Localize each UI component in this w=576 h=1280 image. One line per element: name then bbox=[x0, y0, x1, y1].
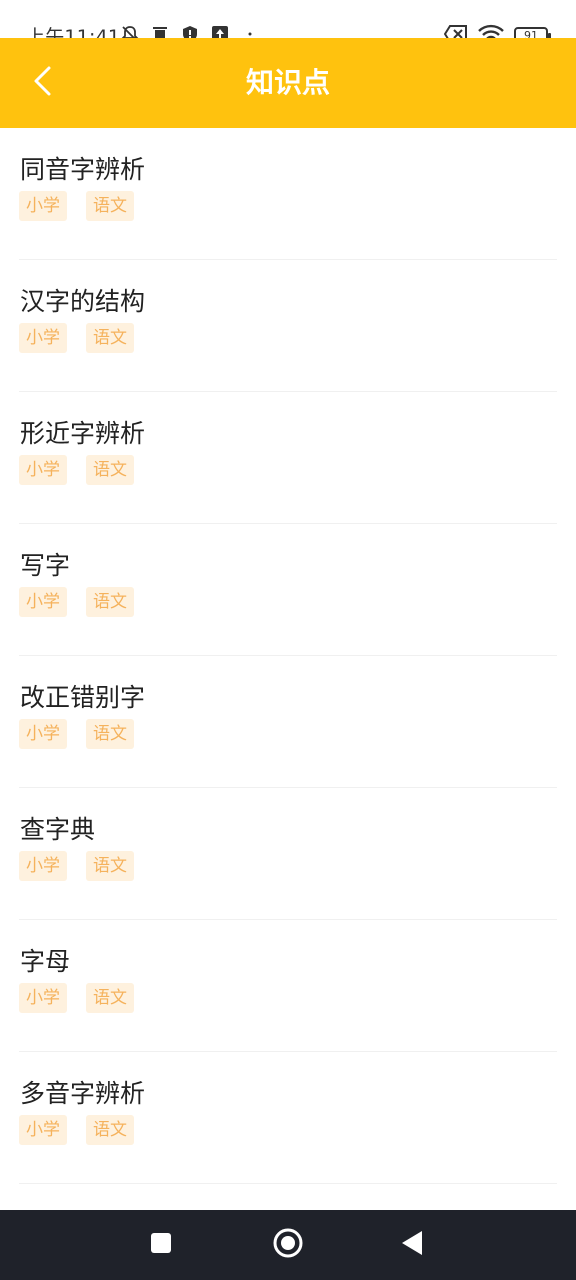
list-item[interactable]: 查字典 小学 语文 bbox=[19, 788, 557, 920]
subject-tag: 语文 bbox=[86, 983, 134, 1013]
tag-group: 小学 语文 bbox=[19, 719, 134, 749]
grade-tag: 小学 bbox=[19, 587, 67, 617]
chevron-left-icon bbox=[31, 65, 55, 101]
subject-tag: 语文 bbox=[86, 455, 134, 485]
page-title: 知识点 bbox=[245, 66, 330, 99]
tag-group: 小学 语文 bbox=[19, 983, 134, 1013]
grade-tag: 小学 bbox=[19, 1115, 67, 1145]
item-title: 字母 bbox=[20, 947, 71, 976]
tag-group: 小学 语文 bbox=[19, 455, 134, 485]
app-bar: 知识点 bbox=[0, 38, 576, 128]
list-item[interactable]: 形近字辨析 小学 语文 bbox=[19, 392, 557, 524]
system-navigation-bar bbox=[0, 1210, 576, 1280]
back-button[interactable] bbox=[18, 58, 68, 108]
tag-group: 小学 语文 bbox=[19, 323, 134, 353]
item-title: 形近字辨析 bbox=[20, 419, 146, 448]
tag-group: 小学 语文 bbox=[19, 851, 134, 881]
list-item[interactable]: 写字 小学 语文 bbox=[19, 524, 557, 656]
list-item[interactable]: 同音字辨析 小学 语文 bbox=[19, 128, 557, 260]
grade-tag: 小学 bbox=[19, 983, 67, 1013]
subject-tag: 语文 bbox=[86, 191, 134, 221]
grade-tag: 小学 bbox=[19, 455, 67, 485]
item-title: 查字典 bbox=[20, 815, 96, 844]
item-title: 同音字辨析 bbox=[20, 155, 146, 184]
subject-tag: 语文 bbox=[86, 719, 134, 749]
list-item[interactable]: 多音字辨析 小学 语文 bbox=[19, 1052, 557, 1184]
item-title: 汉字的结构 bbox=[20, 287, 146, 316]
nav-back-button[interactable] bbox=[394, 1227, 430, 1263]
square-recents-icon bbox=[150, 1232, 172, 1258]
grade-tag: 小学 bbox=[19, 191, 67, 221]
tag-group: 小学 语文 bbox=[19, 587, 134, 617]
tag-group: 小学 语文 bbox=[19, 191, 134, 221]
grade-tag: 小学 bbox=[19, 719, 67, 749]
subject-tag: 语文 bbox=[86, 1115, 134, 1145]
item-title: 改正错别字 bbox=[20, 683, 146, 712]
subject-tag: 语文 bbox=[86, 851, 134, 881]
tag-group: 小学 语文 bbox=[19, 1115, 134, 1145]
item-title: 写字 bbox=[20, 551, 71, 580]
grade-tag: 小学 bbox=[19, 323, 67, 353]
list-item[interactable]: 改正错别字 小学 语文 bbox=[19, 656, 557, 788]
grade-tag: 小学 bbox=[19, 851, 67, 881]
subject-tag: 语文 bbox=[86, 587, 134, 617]
item-title: 多音字辨析 bbox=[20, 1079, 146, 1108]
triangle-back-icon bbox=[400, 1230, 424, 1260]
list-item[interactable]: 汉字的结构 小学 语文 bbox=[19, 260, 557, 392]
circle-home-icon bbox=[272, 1227, 304, 1263]
knowledge-point-list: 同音字辨析 小学 语文 汉字的结构 小学 语文 形近字辨析 小学 语文 写字 小… bbox=[0, 128, 576, 1184]
subject-tag: 语文 bbox=[86, 323, 134, 353]
list-item[interactable]: 字母 小学 语文 bbox=[19, 920, 557, 1052]
home-button[interactable] bbox=[270, 1227, 306, 1263]
recents-button[interactable] bbox=[143, 1227, 179, 1263]
